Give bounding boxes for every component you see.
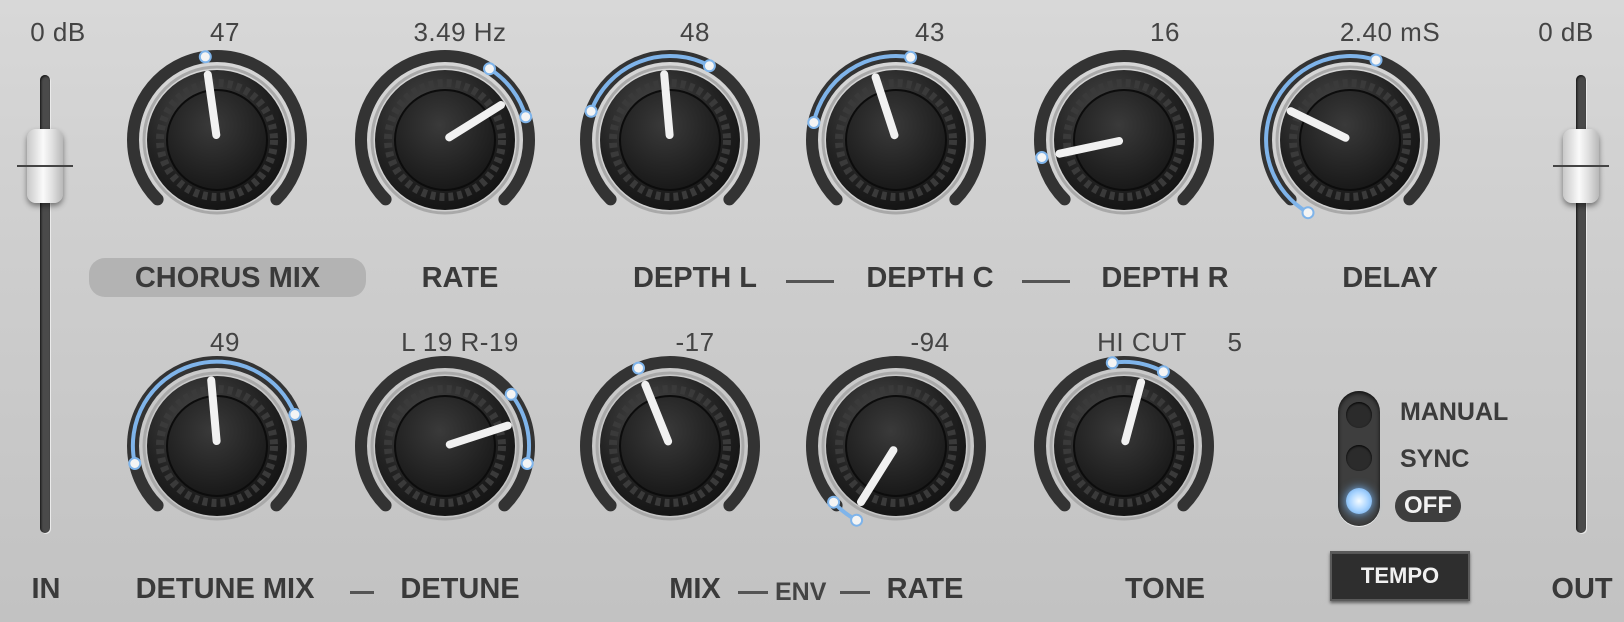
depth-r-knob[interactable] xyxy=(1034,50,1214,215)
env-mix-knob[interactable] xyxy=(580,356,760,521)
depth-l-knob[interactable] xyxy=(580,50,760,215)
sync-led-icon[interactable] xyxy=(1346,445,1372,471)
depth-link-line xyxy=(786,280,834,283)
chorus-mix-knob[interactable] xyxy=(127,50,307,215)
off-led-icon[interactable] xyxy=(1346,488,1372,514)
env-link-line xyxy=(840,591,870,594)
depth-l-label: DEPTH L xyxy=(632,262,758,294)
mode-option-manual[interactable]: MANUAL xyxy=(1400,398,1508,427)
tone-value: 5 xyxy=(1227,327,1243,357)
detune-link-line xyxy=(350,591,374,594)
env-mix-label: MIX xyxy=(669,573,721,605)
env-rate-knob[interactable] xyxy=(806,356,986,527)
depth-l-value: 48 xyxy=(680,17,710,47)
delay-label: DELAY xyxy=(1342,262,1438,294)
depth-link-line xyxy=(1022,280,1070,283)
detune-mix-knob[interactable] xyxy=(127,356,307,521)
mode-option-sync[interactable]: SYNC xyxy=(1400,445,1469,474)
knob-layer xyxy=(127,50,1440,527)
tone-label: TONE xyxy=(1124,573,1206,605)
tempo-button[interactable]: TEMPO xyxy=(1330,551,1470,601)
mode-switch[interactable] xyxy=(1338,391,1380,526)
tone-hi-cut-label: HI CUT xyxy=(1097,327,1187,357)
depth-r-label: DEPTH R xyxy=(1101,262,1229,294)
detune-mix-value: 49 xyxy=(210,327,240,357)
depth-r-value: 16 xyxy=(1150,17,1180,47)
env-link-line xyxy=(738,591,768,594)
env-mix-value: -17 xyxy=(675,327,715,357)
detune-value: L 19 R-19 xyxy=(401,327,519,357)
delay-value: 2.40 mS xyxy=(1339,17,1441,47)
rate-label: RATE xyxy=(421,262,499,294)
depth-c-value: 43 xyxy=(915,17,945,47)
env-rate-value: -94 xyxy=(910,327,950,357)
mode-option-off[interactable]: OFF xyxy=(1395,490,1461,522)
env-label: ENV xyxy=(775,578,827,606)
depth-c-label: DEPTH C xyxy=(866,262,994,294)
env-rate-label: RATE xyxy=(886,573,964,605)
detune-knob[interactable] xyxy=(355,356,535,521)
rate-knob[interactable] xyxy=(355,50,535,215)
rate-value: 3.49 Hz xyxy=(413,17,507,47)
delay-knob[interactable] xyxy=(1260,50,1440,220)
chorus-mix-label: CHORUS MIX xyxy=(134,262,321,294)
chorus-mix-value: 47 xyxy=(210,17,240,47)
tone-knob[interactable] xyxy=(1034,356,1214,521)
depth-c-knob[interactable] xyxy=(806,50,986,215)
detune-label: DETUNE xyxy=(400,573,520,605)
manual-led-icon[interactable] xyxy=(1346,402,1372,428)
detune-mix-label: DETUNE MIX xyxy=(135,573,315,605)
